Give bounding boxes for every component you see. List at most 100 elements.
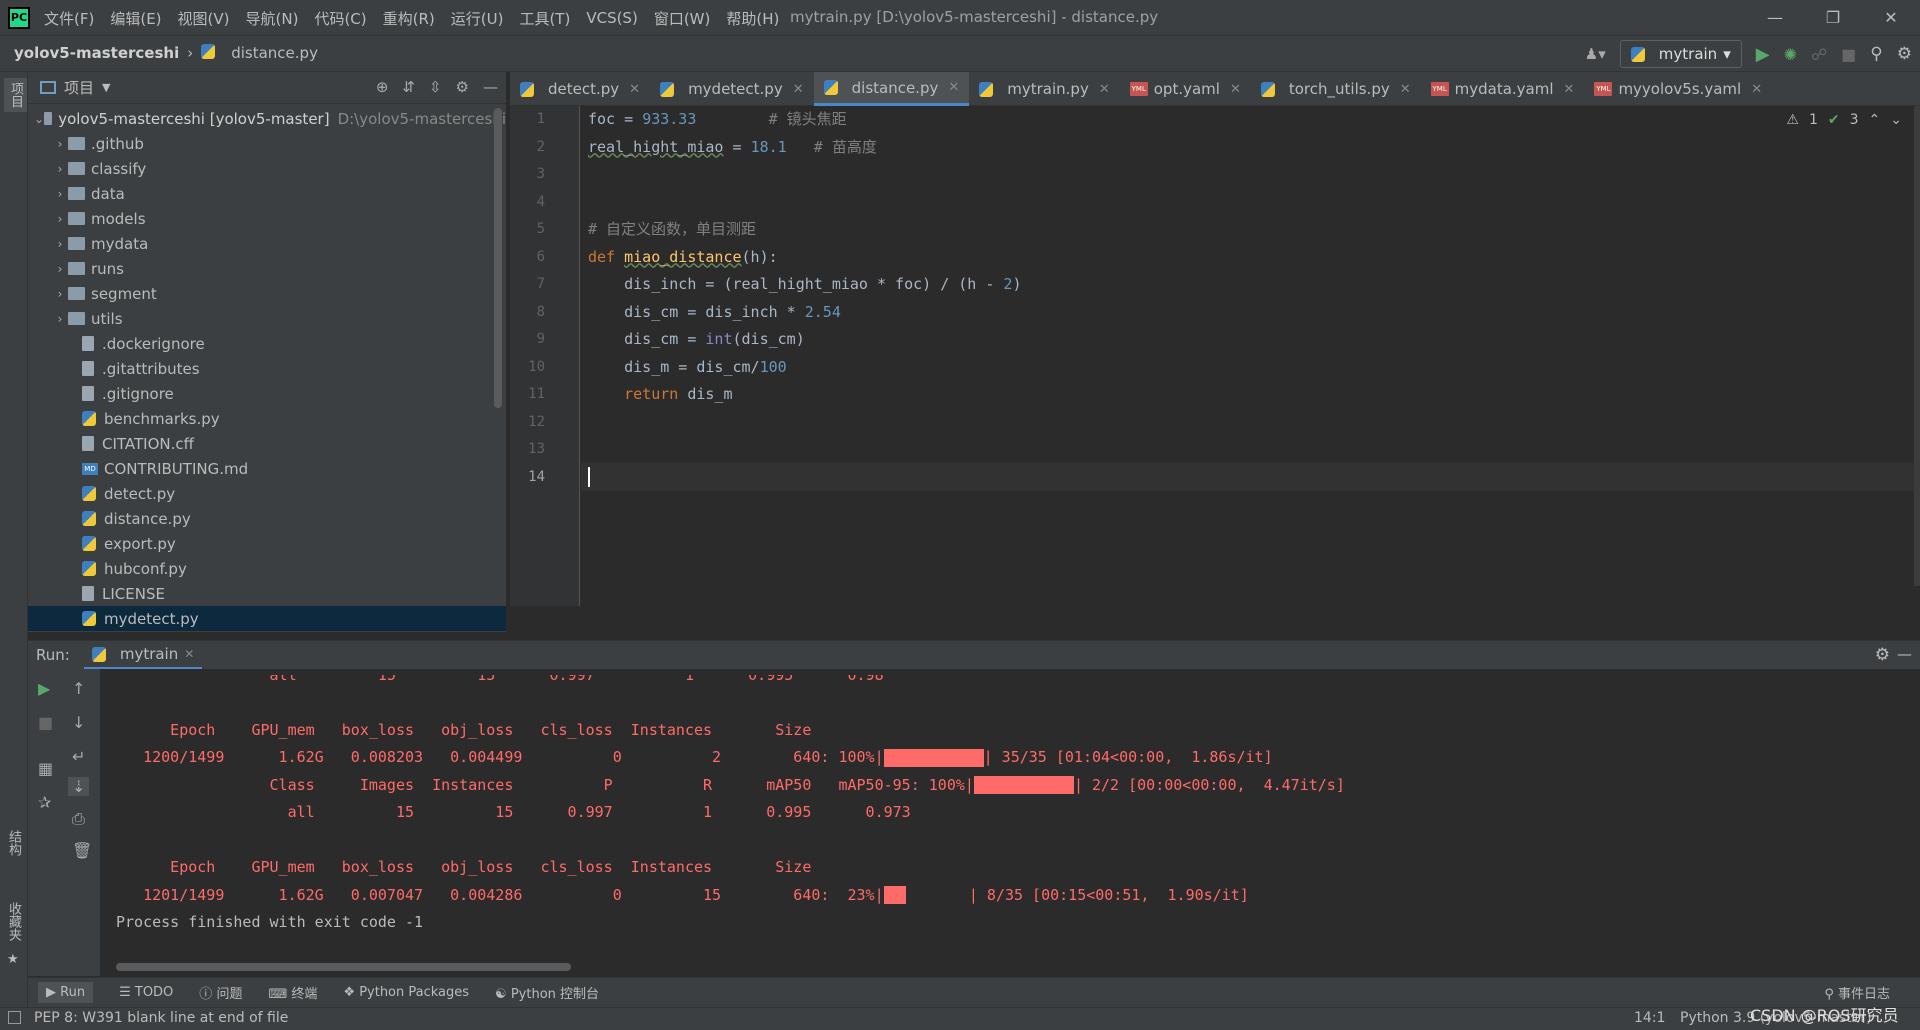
collapse-all-icon[interactable]: ⇳	[429, 78, 442, 96]
editor-scrollbar[interactable]	[1914, 106, 1920, 586]
tab-distance[interactable]: distance.py ✕	[813, 72, 970, 106]
print-icon[interactable]: ⎙	[72, 809, 85, 829]
chevron-right-icon[interactable]: ›	[52, 237, 68, 251]
menu-vcs[interactable]: VCS(S)	[586, 9, 637, 27]
user-icon[interactable]: ♟▾	[1585, 45, 1606, 63]
chevron-down-icon[interactable]: ⌄	[1890, 112, 1902, 128]
status-window-icon[interactable]	[8, 1011, 21, 1024]
soft-wrap-icon[interactable]: ↵	[72, 747, 85, 766]
tree-folder[interactable]: › data	[28, 181, 506, 206]
menu-code[interactable]: 代码(C)	[314, 8, 366, 29]
minimize-icon[interactable]: —	[1746, 0, 1804, 36]
search-icon[interactable]: ⚲	[1870, 44, 1882, 64]
tab-run[interactable]: ▶ Run	[38, 982, 94, 1003]
menu-view[interactable]: 视图(V)	[178, 8, 230, 29]
close-icon[interactable]: ✕	[1751, 82, 1762, 97]
gear-icon[interactable]: ⚙	[1875, 645, 1890, 665]
tab-python-packages[interactable]: ❖ Python Packages	[343, 985, 469, 1000]
menu-run[interactable]: 运行(U)	[451, 8, 504, 29]
breadcrumb-project[interactable]: yolov5-masterceshi	[14, 44, 179, 62]
project-panel-title[interactable]: 项目	[64, 77, 94, 98]
chevron-down-icon[interactable]: ⌄	[34, 112, 44, 126]
trash-icon[interactable]: 🗑	[72, 841, 92, 860]
close-icon[interactable]: ✕	[1230, 82, 1241, 97]
tab-opt-yaml[interactable]: YML opt.yaml ✕	[1120, 72, 1251, 106]
rerun-icon[interactable]: ▶	[38, 679, 50, 698]
tab-python-console[interactable]: ☯ Python 控制台	[495, 983, 599, 1002]
close-icon[interactable]: ✕	[1400, 82, 1411, 97]
tree-file[interactable]: distance.py	[28, 506, 506, 531]
tree-file-selected[interactable]: mydetect.py	[28, 606, 506, 631]
menu-navigate[interactable]: 导航(N)	[246, 8, 299, 29]
console-output[interactable]: all 15 15 0.997 1 0.995 0.98 Epoch GPU_m…	[116, 675, 1345, 937]
menu-edit[interactable]: 编辑(E)	[110, 8, 161, 29]
tree-folder[interactable]: › classify	[28, 156, 506, 181]
favorites-tool-button[interactable]: 收藏夹	[4, 902, 23, 941]
tree-file[interactable]: .gitignore	[28, 381, 506, 406]
arrow-down-icon[interactable]: ↓	[72, 713, 85, 732]
coverage-icon[interactable]: ☍	[1811, 45, 1827, 64]
tree-folder[interactable]: › mydata	[28, 231, 506, 256]
tree-file[interactable]: detect.py	[28, 481, 506, 506]
tree-folder[interactable]: › runs	[28, 256, 506, 281]
tree-folder[interactable]: › utils	[28, 306, 506, 331]
inspection-widget[interactable]: ⚠ 1 ✔ 3 ⌃ ⌄	[1786, 112, 1902, 128]
expand-all-icon[interactable]: ⇵	[402, 78, 415, 96]
close-icon[interactable]: ✕	[1564, 82, 1575, 97]
close-icon[interactable]: ✕	[629, 82, 640, 97]
scroll-to-end-icon[interactable]: ⇣	[68, 777, 90, 796]
tab-torch-utils[interactable]: torch_utils.py ✕	[1251, 72, 1421, 106]
console-hscrollbar[interactable]	[116, 963, 571, 971]
debug-icon[interactable]: ✺	[1784, 45, 1797, 64]
project-tool-button[interactable]: 项目	[4, 78, 27, 112]
chevron-right-icon[interactable]: ›	[52, 187, 68, 201]
chevron-right-icon[interactable]: ›	[52, 212, 68, 226]
tab-mytrain[interactable]: mytrain.py ✕	[969, 72, 1119, 106]
close-icon[interactable]: ✕	[1099, 82, 1110, 97]
hide-icon[interactable]: —	[483, 78, 498, 96]
tab-mydata-yaml[interactable]: YML mydata.yaml ✕	[1421, 72, 1585, 106]
close-icon[interactable]: ✕	[793, 82, 804, 97]
hide-icon[interactable]: —	[1897, 645, 1912, 663]
tree-file[interactable]: .gitattributes	[28, 356, 506, 381]
tab-myyolov5s-yaml[interactable]: YML myyolov5s.yaml ✕	[1584, 72, 1772, 106]
tree-file[interactable]: export.py	[28, 531, 506, 556]
tab-terminal[interactable]: ⌨ 终端	[268, 983, 317, 1002]
menu-file[interactable]: 文件(F)	[44, 8, 94, 29]
run-config-select[interactable]: mytrain ▾	[1619, 40, 1742, 68]
caret-position[interactable]: 14:1	[1634, 1010, 1665, 1026]
restore-icon[interactable]: ❐	[1804, 0, 1862, 36]
chevron-right-icon[interactable]: ›	[52, 312, 68, 326]
menu-help[interactable]: 帮助(H)	[726, 8, 779, 29]
locate-icon[interactable]: ⊕	[376, 78, 389, 96]
gear-icon[interactable]: ⚙	[456, 78, 469, 96]
event-log-button[interactable]: ⚲ 事件日志	[1824, 983, 1890, 1002]
tab-todo[interactable]: ☰ TODO	[119, 985, 173, 1000]
run-icon[interactable]: ▶	[1756, 44, 1770, 65]
tree-folder[interactable]: › segment	[28, 281, 506, 306]
close-icon[interactable]: ✕	[1862, 0, 1920, 36]
tab-problems[interactable]: ⓘ 问题	[199, 983, 242, 1002]
chevron-right-icon[interactable]: ›	[52, 287, 68, 301]
project-scrollbar[interactable]	[494, 108, 502, 408]
tree-folder[interactable]: › .github	[28, 131, 506, 156]
tree-file[interactable]: LICENSE	[28, 581, 506, 606]
chevron-down-icon[interactable]: ▼	[102, 81, 110, 94]
pin-icon[interactable]: ✰	[38, 793, 51, 812]
tree-root[interactable]: ⌄ yolov5-masterceshi [yolov5-master] D:\…	[28, 106, 506, 131]
chevron-right-icon[interactable]: ›	[52, 162, 68, 176]
code-editor[interactable]: 1 2 3 4 5 6 7 8 9 10 11 12 13 14 foc = 9…	[510, 106, 1920, 606]
layout-icon[interactable]: ▦	[38, 759, 53, 778]
arrow-up-icon[interactable]: ↑	[72, 679, 85, 698]
stop-icon[interactable]: ■	[1841, 45, 1856, 64]
close-icon[interactable]: ✕	[184, 647, 194, 661]
gear-icon[interactable]: ⚙	[1897, 44, 1912, 64]
stop-icon[interactable]: ■	[38, 713, 53, 732]
chevron-right-icon[interactable]: ›	[52, 137, 68, 151]
tab-detect[interactable]: detect.py ✕	[510, 72, 650, 106]
run-tab-mytrain[interactable]: mytrain ✕	[83, 641, 203, 669]
close-icon[interactable]: ✕	[948, 80, 959, 95]
menu-refactor[interactable]: 重构(R)	[383, 8, 435, 29]
tree-file[interactable]: hubconf.py	[28, 556, 506, 581]
tree-file[interactable]: benchmarks.py	[28, 406, 506, 431]
